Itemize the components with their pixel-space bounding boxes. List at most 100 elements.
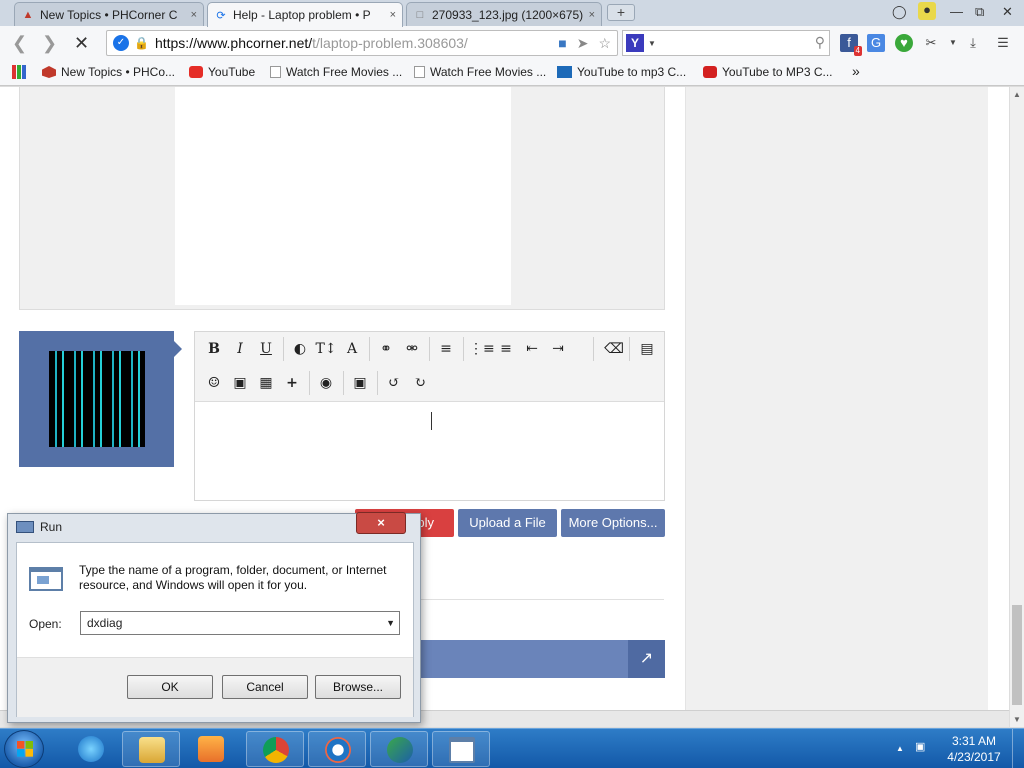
link-icon[interactable]: ⚭ <box>375 338 397 360</box>
taskbar-ccleaner[interactable] <box>308 731 366 767</box>
text-cursor[interactable] <box>431 412 432 430</box>
bookmark-star-icon[interactable]: ☆ <box>598 35 611 52</box>
insert-plus-icon[interactable]: + <box>281 372 303 394</box>
scroll-thumb[interactable] <box>1012 605 1022 705</box>
run-program-icon <box>29 567 63 591</box>
network-icon[interactable]: ▣ <box>915 740 925 753</box>
bold-icon[interactable]: B <box>203 338 225 360</box>
font-family-icon[interactable]: A <box>341 338 363 360</box>
download-manager-icon <box>387 737 413 763</box>
editor-toolbar: B I U ◐ T↕ A ⚭ ⚮ ≡ ⋮≡ ≡ ⇤ ⇥ ⌫ ▤ ☺ ▣ ▦ + <box>195 332 664 402</box>
scroll-down-icon[interactable]: ▼ <box>1013 715 1021 724</box>
outdent-icon[interactable]: ⇤ <box>521 338 543 360</box>
avatar[interactable] <box>49 351 145 447</box>
save-draft-icon[interactable]: ▣ <box>349 372 371 394</box>
back-icon[interactable]: ❮ <box>12 33 27 54</box>
profile-chat-icon[interactable]: ◯ <box>892 4 907 20</box>
ok-button[interactable]: OK <box>127 675 213 699</box>
media-icon[interactable]: ▦ <box>255 372 277 394</box>
bookmark-watch-free-movies-2[interactable]: Watch Free Movies ... <box>414 65 546 79</box>
apps-icon[interactable] <box>12 65 31 79</box>
camera-icon[interactable]: ◉ <box>315 372 337 394</box>
bookmark-watch-free-movies-1[interactable]: Watch Free Movies ... <box>270 65 402 79</box>
adblock-extension-icon[interactable]: ♥ <box>895 34 913 52</box>
new-tab-button[interactable]: + <box>607 4 635 21</box>
taskbar-internet-explorer[interactable] <box>62 731 120 767</box>
browse-button[interactable]: Browse... <box>315 675 401 699</box>
forward-icon[interactable]: ❯ <box>42 33 57 54</box>
tab-close-icon[interactable]: × <box>589 9 595 21</box>
open-label: Open: <box>29 617 62 631</box>
profile-avatar-icon[interactable]: ● <box>918 2 936 20</box>
external-link-icon[interactable]: ↗ <box>628 640 665 678</box>
folder-icon <box>139 737 165 763</box>
bookmarks-overflow-icon[interactable]: » <box>852 63 860 79</box>
vertical-scrollbar[interactable]: ▲ ▼ <box>1009 87 1024 727</box>
open-combobox[interactable]: dxdiag ▼ <box>80 611 400 635</box>
align-icon[interactable]: ≡ <box>435 338 457 360</box>
remove-format-icon[interactable]: ⌫ <box>603 338 625 360</box>
upload-file-button[interactable]: Upload a File <box>458 509 557 537</box>
chevron-down-icon[interactable]: ▼ <box>648 39 656 48</box>
divider <box>420 599 664 600</box>
taskbar-run[interactable] <box>432 731 490 767</box>
toolbar-separator <box>369 337 370 361</box>
system-clock[interactable]: 3:31 AM 4/23/2017 <box>942 733 1006 765</box>
text-color-icon[interactable]: ◐ <box>289 338 311 360</box>
scissors-icon[interactable]: ✂ <box>922 34 940 52</box>
cancel-button[interactable]: Cancel <box>222 675 308 699</box>
bookmark-youtube[interactable]: YouTube <box>189 65 255 79</box>
tab-laptop-problem[interactable]: ⟳ Help - Laptop problem • P × <box>207 2 403 27</box>
font-size-icon[interactable]: T↕ <box>315 338 337 360</box>
tab-title: Help - Laptop problem • P <box>233 8 371 22</box>
bookmark-youtube-to-mp3-1[interactable]: YouTube to mp3 C... <box>557 65 686 79</box>
tab-close-icon[interactable]: × <box>191 9 197 21</box>
more-options-button[interactable]: More Options... <box>561 509 665 537</box>
tab-image[interactable]: □ 270933_123.jpg (1200×675) × <box>406 2 602 26</box>
run-close-button[interactable]: × <box>356 512 406 534</box>
unlink-icon[interactable]: ⚮ <box>401 338 423 360</box>
underline-icon[interactable]: U <box>255 338 277 360</box>
chevron-down-icon[interactable]: ▼ <box>944 34 962 52</box>
translate-extension-icon[interactable]: G <box>867 34 885 52</box>
bookmark-youtube-to-mp3-2[interactable]: YouTube to MP3 C... <box>703 65 833 79</box>
image-icon[interactable]: ▣ <box>229 372 251 394</box>
taskbar-chrome[interactable] <box>246 731 304 767</box>
close-window-icon[interactable]: ✕ <box>1002 4 1013 20</box>
taskbar-media-player[interactable] <box>182 731 240 767</box>
phcorner-cube-icon <box>42 66 56 78</box>
run-window-icon <box>16 521 34 533</box>
bullet-list-icon[interactable]: ⋮≡ <box>469 338 495 360</box>
verified-check-icon: ✓ <box>113 35 129 51</box>
download-icon[interactable]: ⤓ <box>964 34 982 52</box>
lock-icon[interactable]: 🔒 <box>134 36 149 50</box>
stop-loading-icon[interactable]: ✕ <box>74 33 89 54</box>
search-box[interactable]: Y ▼ ⚲ <box>622 30 830 56</box>
source-view-icon[interactable]: ▤ <box>636 338 658 360</box>
redo-icon[interactable]: ↻ <box>409 372 431 394</box>
restore-icon[interactable]: ⧉ <box>975 4 984 20</box>
lock-extension-icon[interactable]: ■ <box>558 35 566 52</box>
bookmark-new-topics[interactable]: New Topics • PHCo... <box>42 65 175 79</box>
taskbar-download-manager[interactable] <box>370 731 428 767</box>
taskbar-file-explorer[interactable] <box>122 731 180 767</box>
share-icon[interactable]: ➤ <box>577 35 589 52</box>
start-button[interactable] <box>4 730 44 768</box>
tab-new-topics[interactable]: ▲ New Topics • PHCorner C × <box>14 2 204 26</box>
smiley-icon[interactable]: ☺ <box>203 372 225 394</box>
search-icon[interactable]: ⚲ <box>815 34 825 51</box>
scroll-up-icon[interactable]: ▲ <box>1013 90 1021 99</box>
undo-icon[interactable]: ↺ <box>383 372 405 394</box>
indent-icon[interactable]: ⇥ <box>547 338 569 360</box>
menu-icon[interactable]: ☰ <box>994 34 1012 52</box>
show-hidden-icons-icon[interactable]: ▲ <box>896 744 904 753</box>
show-desktop-button[interactable] <box>1012 729 1024 768</box>
italic-icon[interactable]: I <box>229 338 251 360</box>
address-bar[interactable]: ✓ 🔒 https://www.phcorner.net/t/laptop-pr… <box>106 30 618 56</box>
facebook-extension-icon[interactable]: f4 <box>840 34 862 56</box>
toolbar-separator <box>309 371 310 395</box>
chevron-down-icon[interactable]: ▼ <box>386 612 395 634</box>
minimize-icon[interactable]: — <box>950 4 963 19</box>
numbered-list-icon[interactable]: ≡ <box>495 338 517 360</box>
tab-close-icon[interactable]: × <box>390 9 396 21</box>
